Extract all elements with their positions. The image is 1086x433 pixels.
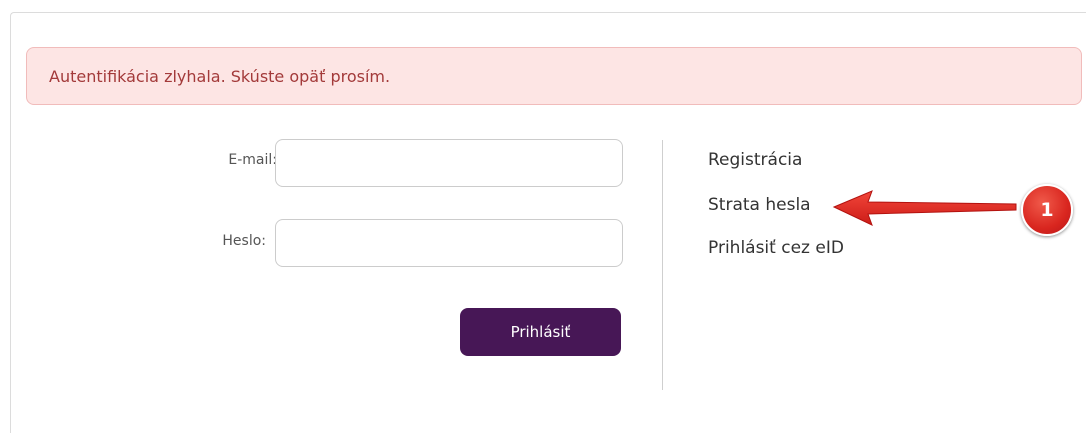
eid-login-link[interactable]: Prihlásiť cez eID (708, 238, 844, 258)
password-label: Heslo: (222, 233, 266, 249)
error-alert-message: Autentifikácia zlyhala. Skúste opäť pros… (49, 67, 391, 86)
annotation-arrow-icon (832, 190, 1017, 226)
annotation-badge: 1 (1021, 184, 1073, 236)
error-alert: Autentifikácia zlyhala. Skúste opäť pros… (26, 47, 1082, 105)
registration-link[interactable]: Registrácia (708, 150, 802, 170)
lost-password-link[interactable]: Strata hesla (708, 195, 811, 215)
password-field[interactable] (275, 219, 623, 267)
email-field[interactable] (275, 139, 623, 187)
login-button[interactable]: Prihlásiť (460, 308, 621, 356)
column-divider (662, 140, 663, 390)
email-label: E-mail: (228, 152, 277, 168)
